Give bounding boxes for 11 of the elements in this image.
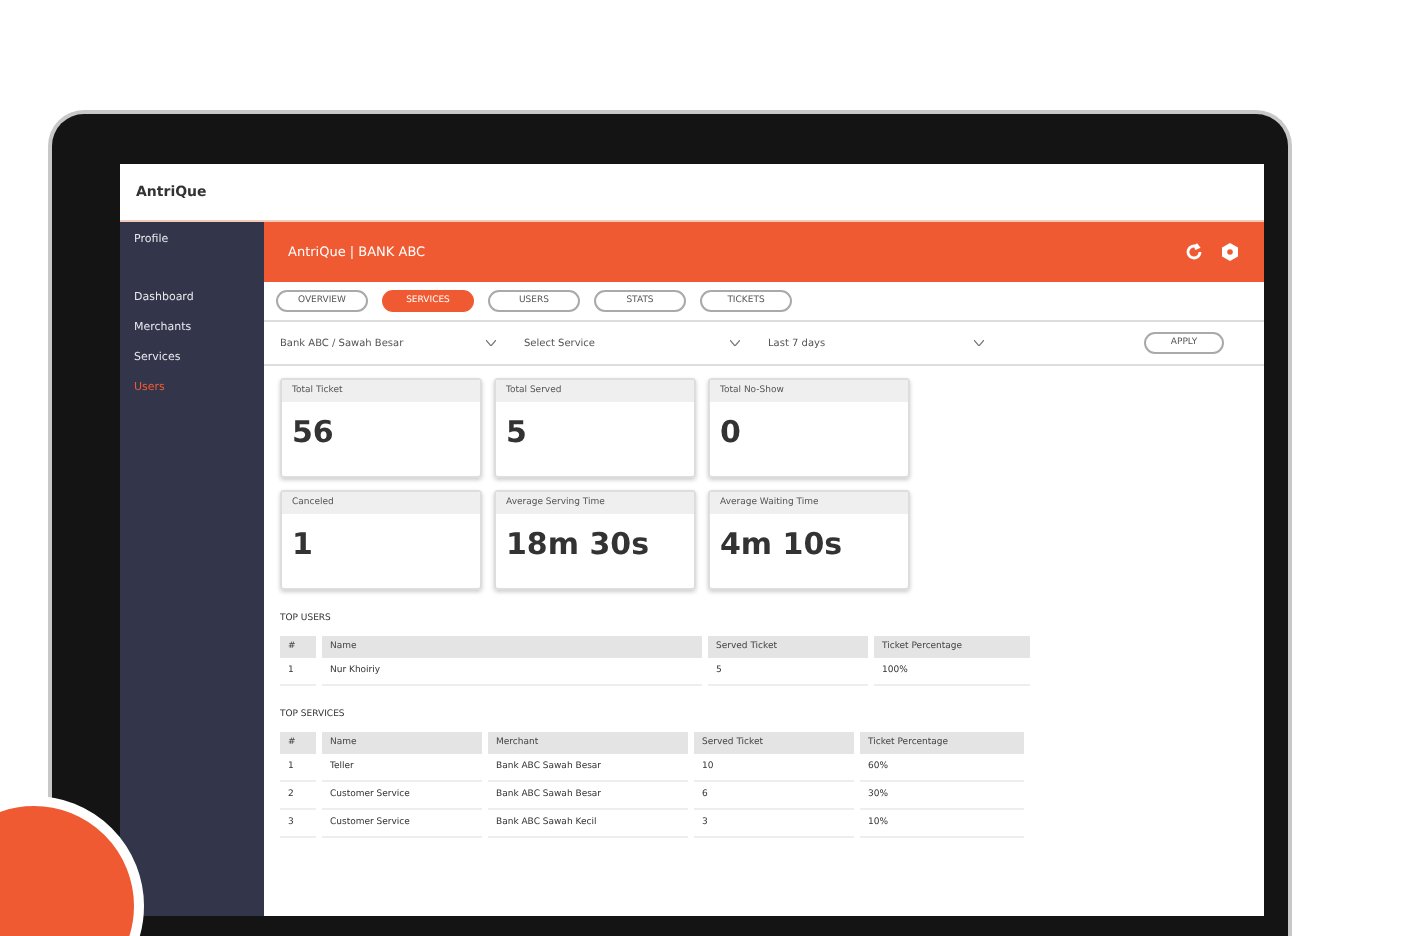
stat-value: 5 (504, 412, 529, 454)
stat-value: 56 (290, 412, 336, 454)
stat-value: 18m 30s (504, 524, 652, 566)
stat-value: 1 (290, 524, 315, 566)
caret-icon (486, 340, 496, 346)
stat-value: 0 (718, 412, 743, 454)
caret-icon (974, 340, 984, 346)
settings-icon[interactable] (1220, 242, 1240, 262)
stat-value: 4m 10s (718, 524, 845, 566)
caret-icon (730, 340, 740, 346)
refresh-icon[interactable] (1184, 242, 1204, 262)
